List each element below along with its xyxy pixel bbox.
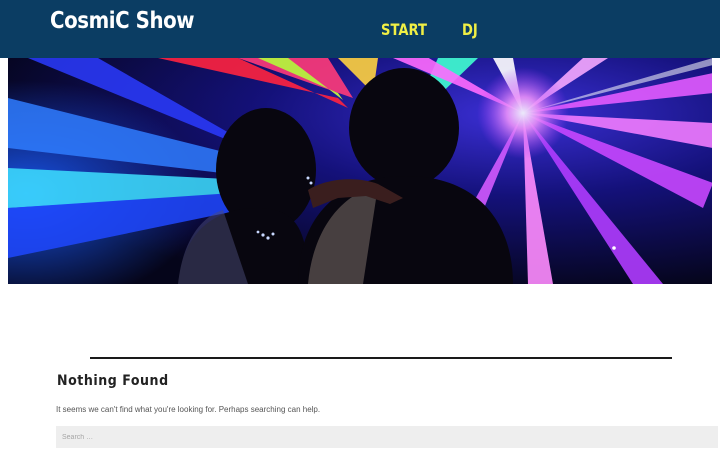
- nav-item-dj[interactable]: DJ: [462, 20, 478, 39]
- site-title-link[interactable]: CosmiC Show: [50, 8, 195, 34]
- not-found-message: It seems we can't find what you're looki…: [56, 405, 321, 414]
- search-input[interactable]: [56, 426, 718, 448]
- hero-image: [8, 58, 712, 284]
- site-header: CosmiC Show START DJ: [0, 0, 720, 58]
- hero-laser-party-image: [8, 58, 712, 284]
- nav-item-start[interactable]: START: [381, 20, 427, 39]
- content-divider: [90, 357, 672, 359]
- page-title: Nothing Found: [57, 373, 169, 389]
